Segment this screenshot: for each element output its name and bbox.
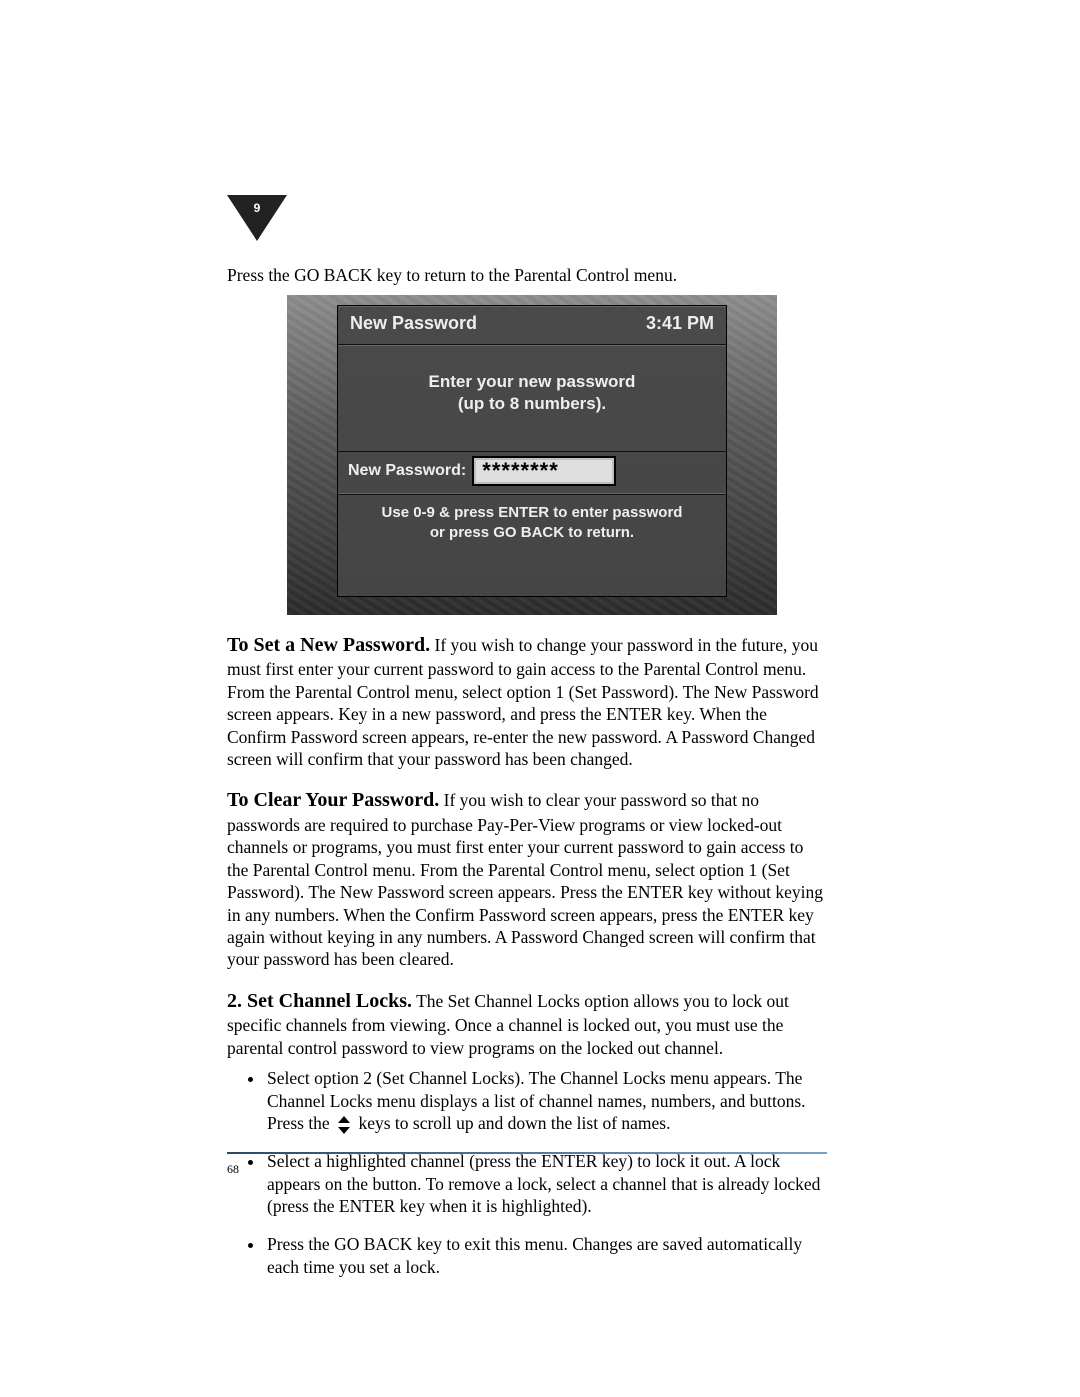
page: 9 Press the GO BACK key to return to the… — [0, 0, 1080, 1397]
bullet-2: Select a highlighted channel (press the … — [267, 1151, 820, 1216]
section-set-password: To Set a New Password. If you wish to ch… — [227, 633, 827, 771]
new-password-screenshot: New Password 3:41 PM Enter your new pass… — [287, 295, 777, 615]
password-field-label: New Password: — [348, 462, 466, 480]
instruction-line-1: Enter your new password — [429, 372, 636, 391]
footer-rule — [227, 1152, 827, 1154]
bullet-1-after: keys to scroll up and down the list of n… — [358, 1113, 670, 1133]
dialog-panel: New Password 3:41 PM Enter your new pass… — [337, 305, 727, 597]
bullet-3: Press the GO BACK key to exit this menu.… — [267, 1234, 802, 1276]
chapter-number: 9 — [227, 201, 287, 215]
section-channel-locks: 2. Set Channel Locks. The Set Channel Lo… — [227, 989, 827, 1059]
dialog-title: New Password — [350, 313, 477, 334]
page-number: 68 — [227, 1162, 239, 1177]
password-value: ******** — [482, 458, 559, 484]
list-item: Press the GO BACK key to exit this menu.… — [265, 1233, 827, 1278]
clear-password-body: If you wish to clear your password so th… — [227, 790, 823, 969]
lead-text: Press the GO BACK key to return to the P… — [227, 265, 827, 287]
content-column: 9 Press the GO BACK key to return to the… — [227, 195, 827, 1294]
chapter-tab: 9 — [227, 195, 287, 245]
hint-line-2: or press GO BACK to return. — [430, 524, 634, 541]
dialog-clock: 3:41 PM — [646, 313, 714, 334]
channel-locks-heading: 2. Set Channel Locks. — [227, 990, 412, 1012]
section-clear-password: To Clear Your Password. If you wish to c… — [227, 788, 827, 970]
dialog-hint: Use 0-9 & press ENTER to enter password … — [338, 494, 726, 552]
set-password-heading: To Set a New Password. — [227, 634, 430, 656]
list-item: Select a highlighted channel (press the … — [265, 1150, 827, 1217]
instruction-line-2: (up to 8 numbers). — [458, 394, 606, 413]
dialog-header: New Password 3:41 PM — [338, 306, 726, 344]
channel-locks-bullets: Select option 2 (Set Channel Locks). The… — [227, 1067, 827, 1278]
up-down-arrow-icon — [336, 1116, 352, 1134]
hint-line-1: Use 0-9 & press ENTER to enter password — [382, 504, 683, 521]
dialog-instruction: Enter your new password (up to 8 numbers… — [338, 345, 726, 451]
list-item: Select option 2 (Set Channel Locks). The… — [265, 1067, 827, 1134]
password-input[interactable]: ******** — [474, 458, 614, 484]
clear-password-heading: To Clear Your Password. — [227, 789, 439, 811]
password-row: New Password: ******** — [338, 451, 726, 494]
